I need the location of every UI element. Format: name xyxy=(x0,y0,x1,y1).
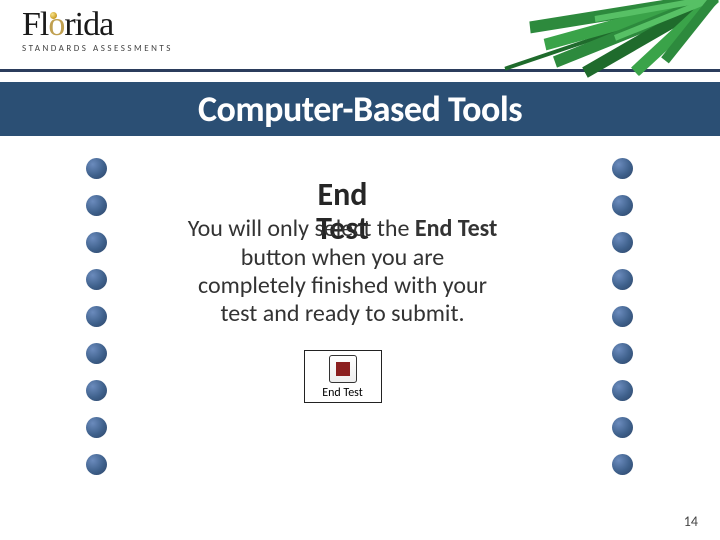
title-bar: Computer-Based Tools xyxy=(0,82,720,136)
bullet-dot xyxy=(86,380,107,401)
bullet-dot xyxy=(86,195,107,216)
bullet-dot xyxy=(86,454,107,475)
header: Florida Standards Assessments xyxy=(0,0,720,72)
end-test-button-label: End Test xyxy=(309,386,377,400)
content-paragraph: You will only select the End Test button… xyxy=(185,215,500,328)
logo-text-pre: Fl xyxy=(22,6,48,43)
bullet-dot xyxy=(612,380,633,401)
bullet-column-left xyxy=(86,158,107,475)
logo-sun-icon: o xyxy=(48,8,64,42)
bullet-dot xyxy=(86,269,107,290)
body-text-pre: You will only select the xyxy=(188,214,415,243)
logo-text-post: rida xyxy=(64,6,113,43)
bullet-dot xyxy=(612,158,633,179)
logo-subtitle: Standards Assessments xyxy=(22,44,173,53)
slide-title: Computer-Based Tools xyxy=(198,87,522,131)
body-text-bold: End Test xyxy=(415,214,497,243)
bullet-column-right xyxy=(612,158,633,475)
body-text-post: button when you are completely finished … xyxy=(198,243,487,329)
bullet-dot xyxy=(86,232,107,253)
bullet-dot xyxy=(612,195,633,216)
bullet-dot xyxy=(612,343,633,364)
bullet-dot xyxy=(86,158,107,179)
stop-icon xyxy=(336,362,350,376)
end-test-button[interactable]: End Test xyxy=(304,350,382,403)
slide: Florida Standards Assessments xyxy=(0,0,720,540)
bullet-dot xyxy=(612,417,633,438)
bullet-dot xyxy=(612,269,633,290)
end-test-icon-frame xyxy=(329,355,357,383)
bullet-dot xyxy=(612,306,633,327)
bullet-dot xyxy=(86,343,107,364)
bullet-dot xyxy=(86,417,107,438)
content-block: End Test You will only select the End Te… xyxy=(185,178,500,403)
page-number: 14 xyxy=(684,513,698,530)
logo: Florida Standards Assessments xyxy=(22,8,173,53)
logo-wordmark: Florida xyxy=(22,8,173,42)
bullet-dot xyxy=(612,232,633,253)
bullet-dot xyxy=(612,454,633,475)
bullet-dot xyxy=(86,306,107,327)
palm-leaf-decoration xyxy=(465,0,720,85)
